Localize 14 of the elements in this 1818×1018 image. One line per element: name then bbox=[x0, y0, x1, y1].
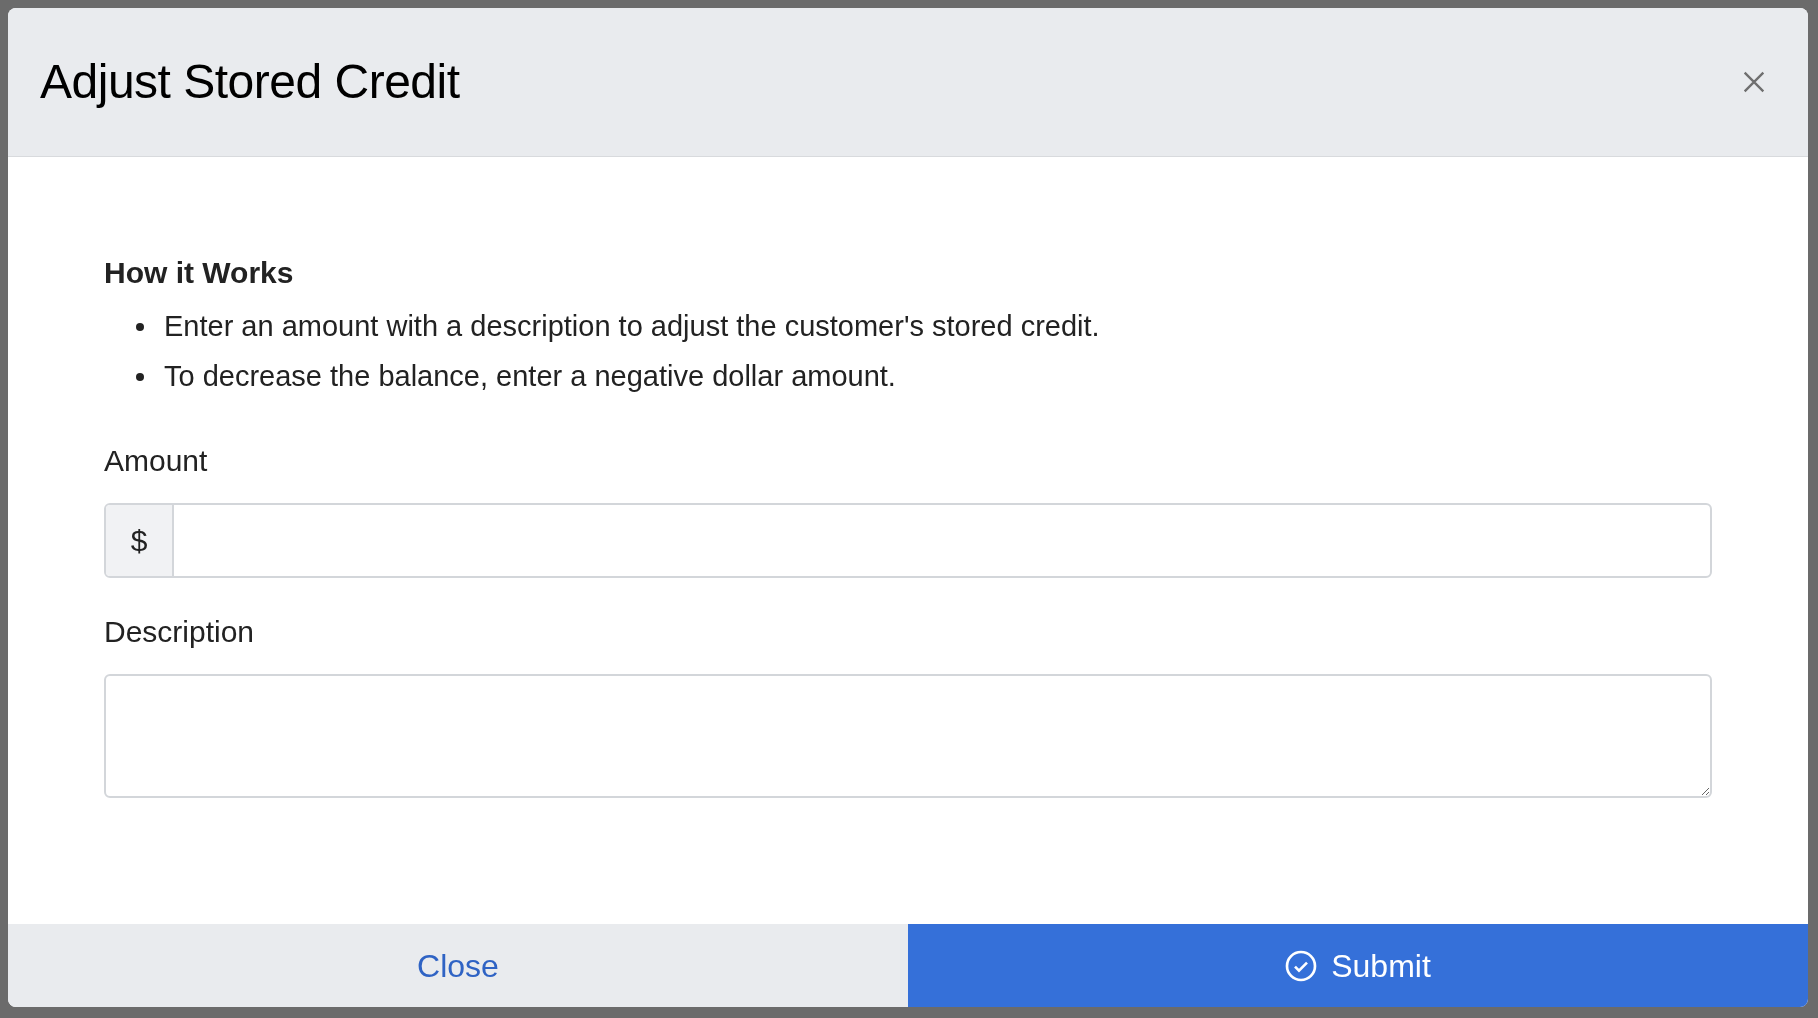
field-label: Description bbox=[104, 614, 256, 650]
bullet-icon bbox=[136, 323, 144, 331]
section-heading: How it Works bbox=[104, 255, 295, 291]
dialog-title: Adjust Stored Credit bbox=[40, 54, 460, 110]
description-field[interactable] bbox=[104, 674, 1712, 798]
amount-field[interactable]: $ bbox=[104, 503, 1712, 578]
check-circle-icon bbox=[1285, 949, 1318, 982]
bullet-text: To decrease the balance, enter a negative dollar amount. bbox=[164, 359, 896, 395]
currency-prefix: $ bbox=[106, 505, 174, 576]
close-button[interactable]: Close bbox=[8, 924, 908, 1007]
bullet-text: Enter an amount with a description to adjust the customer's stored credit. bbox=[164, 309, 1100, 345]
bullet-icon bbox=[136, 373, 144, 381]
submit-button[interactable]: Submit bbox=[908, 924, 1808, 1007]
field-label: Amount bbox=[104, 443, 209, 479]
